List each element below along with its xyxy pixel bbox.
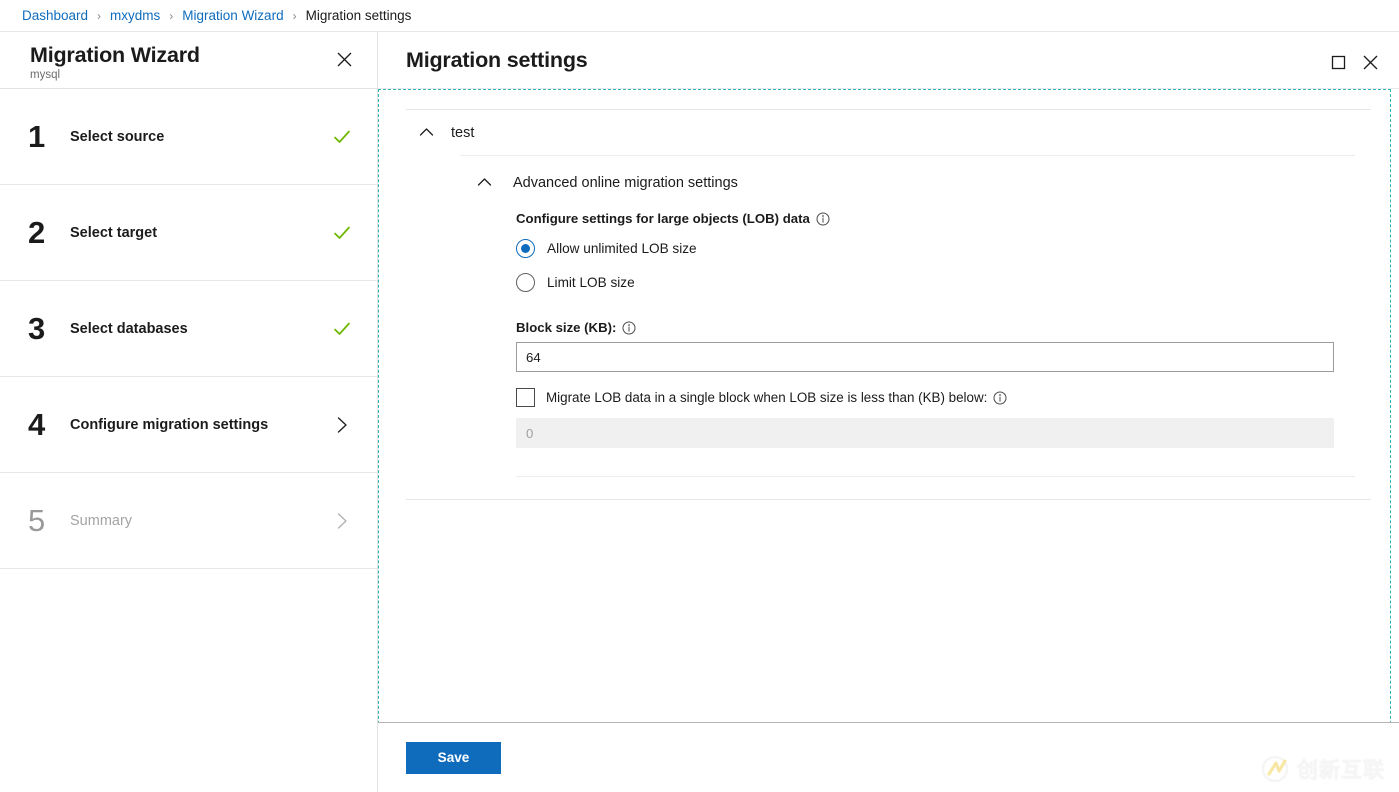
breadcrumb-separator: ›	[169, 9, 173, 23]
app-shell: Migration Wizard mysql 1 Select source 2…	[0, 32, 1399, 792]
brand-logo-icon	[1260, 754, 1290, 784]
advanced-settings-body: Configure settings for large objects (LO…	[460, 205, 1355, 477]
info-icon[interactable]	[816, 212, 830, 226]
maximize-icon	[1331, 55, 1346, 70]
step-label: Configure migration settings	[70, 417, 329, 433]
breadcrumb-item-current: Migration settings	[306, 8, 412, 23]
checkbox-migrate-lob-single-block[interactable]: Migrate LOB data in a single block when …	[516, 388, 1355, 407]
migration-wizard-pane: Migration Wizard mysql 1 Select source 2…	[0, 32, 378, 792]
info-icon[interactable]	[993, 391, 1007, 405]
block-size-input[interactable]	[516, 342, 1334, 372]
content-body: test Advanced online migration settings …	[378, 89, 1399, 722]
checkbox-label: Migrate LOB data in a single block when …	[546, 390, 987, 405]
content-close-button[interactable]	[1355, 47, 1385, 77]
breadcrumb-item-migration-wizard[interactable]: Migration Wizard	[182, 8, 283, 23]
checkmark-icon	[332, 223, 352, 243]
wizard-step-summary[interactable]: 5 Summary	[0, 473, 377, 569]
lob-group-label-row: Configure settings for large objects (LO…	[516, 211, 1355, 226]
wizard-close-button[interactable]	[329, 44, 359, 74]
info-icon[interactable]	[622, 321, 636, 335]
step-status	[329, 319, 355, 339]
test-section-divider	[406, 499, 1371, 500]
chevron-up-icon	[476, 174, 493, 191]
block-size-field-group: Block size (KB):	[516, 320, 1355, 372]
close-icon	[336, 51, 353, 68]
single-block-size-input	[516, 418, 1334, 448]
radio-indicator	[516, 273, 535, 292]
block-size-label: Block size (KB):	[516, 320, 616, 335]
wizard-step-configure-migration-settings[interactable]: 4 Configure migration settings	[0, 377, 377, 473]
step-number: 2	[28, 216, 70, 250]
step-status	[329, 223, 355, 243]
step-status	[329, 512, 355, 530]
accordion-advanced-label: Advanced online migration settings	[513, 175, 738, 191]
wizard-title: Migration Wizard	[30, 42, 200, 68]
step-number: 4	[28, 408, 70, 442]
accordion-advanced-header[interactable]: Advanced online migration settings	[460, 156, 1355, 205]
checkmark-icon	[332, 127, 352, 147]
chevron-right-icon	[333, 512, 351, 530]
chevron-up-icon	[418, 124, 435, 141]
step-label: Select target	[70, 225, 329, 241]
breadcrumb: Dashboard › mxydms › Migration Wizard › …	[0, 0, 1399, 32]
chevron-right-icon	[333, 416, 351, 434]
advanced-section-divider	[516, 476, 1355, 477]
wizard-header: Migration Wizard mysql	[0, 32, 377, 89]
wizard-step-select-source[interactable]: 1 Select source	[0, 89, 377, 185]
maximize-button[interactable]	[1323, 47, 1353, 77]
lob-group-label: Configure settings for large objects (LO…	[516, 211, 810, 226]
wizard-subtitle: mysql	[30, 69, 200, 81]
checkbox-indicator	[516, 388, 535, 407]
step-label: Summary	[70, 513, 329, 529]
wizard-step-select-databases[interactable]: 3 Select databases	[0, 281, 377, 377]
breadcrumb-item-mxydms[interactable]: mxydms	[110, 8, 160, 23]
breadcrumb-separator: ›	[293, 9, 297, 23]
wizard-step-select-target[interactable]: 2 Select target	[0, 185, 377, 281]
step-label: Select databases	[70, 321, 329, 337]
content-header: Migration settings	[378, 32, 1399, 89]
content-header-actions	[1323, 43, 1385, 77]
breadcrumb-separator: ›	[97, 9, 101, 23]
migration-settings-pane: Migration settings	[378, 32, 1399, 792]
block-size-label-row: Block size (KB):	[516, 320, 1355, 335]
step-status	[329, 416, 355, 434]
wizard-title-group: Migration Wizard mysql	[30, 40, 200, 81]
watermark: 创新互联	[1260, 754, 1385, 784]
breadcrumb-item-dashboard[interactable]: Dashboard	[22, 8, 88, 23]
radio-indicator	[516, 239, 535, 258]
footer-bar: Save 创新互联	[378, 722, 1399, 792]
watermark-text: 创新互联	[1297, 754, 1385, 784]
radio-dot	[521, 244, 530, 253]
save-button[interactable]: Save	[406, 742, 501, 774]
checkbox-label-row: Migrate LOB data in a single block when …	[546, 390, 1007, 405]
radio-limit-lob-size[interactable]: Limit LOB size	[516, 271, 1355, 294]
accordion-test-header[interactable]: test	[378, 110, 1399, 155]
checkmark-icon	[332, 319, 352, 339]
radio-allow-unlimited-lob-size[interactable]: Allow unlimited LOB size	[516, 237, 1355, 260]
advanced-settings-block: Advanced online migration settings Confi…	[460, 155, 1355, 477]
step-number: 3	[28, 312, 70, 346]
step-status	[329, 127, 355, 147]
radio-label: Allow unlimited LOB size	[547, 241, 697, 256]
step-label: Select source	[70, 129, 329, 145]
page-title: Migration settings	[406, 48, 588, 73]
accordion-test-label: test	[451, 125, 474, 141]
radio-label: Limit LOB size	[547, 275, 635, 290]
step-number: 5	[28, 504, 70, 538]
step-number: 1	[28, 120, 70, 154]
close-icon	[1362, 54, 1379, 71]
